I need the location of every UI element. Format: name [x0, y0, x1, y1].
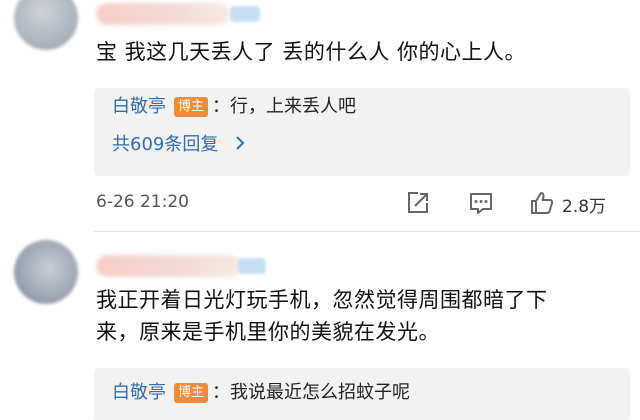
reply-line: 白敬亭 博主 ：我说最近怎么招蚊子呢	[112, 380, 410, 406]
timestamp: 6-26 21:20	[96, 192, 189, 212]
reply-username[interactable]: 白敬亭	[112, 382, 166, 403]
chevron-right-icon	[234, 134, 246, 155]
avatar[interactable]	[14, 240, 78, 304]
comment-text-line: 我正开着日光灯玩手机，忽然觉得周围都暗了下	[96, 288, 548, 312]
comment-item: 我正开着日光灯玩手机，忽然觉得周围都暗了下 来，原来是手机里你的美貌在发光。 白…	[0, 232, 640, 420]
verified-badge	[230, 6, 260, 22]
username-blurred[interactable]	[96, 3, 230, 25]
reply-preview[interactable]: 白敬亭 博主 ：我说最近怎么招蚊子呢	[94, 368, 630, 420]
verified-badge	[238, 258, 266, 274]
host-badge: 博主	[174, 383, 209, 403]
thumbs-up-icon[interactable]	[528, 189, 556, 217]
comment-icon[interactable]	[467, 189, 495, 217]
reply-text: ：行，上来丢人吧	[212, 96, 357, 117]
reply-count-label: 共609条回复	[112, 134, 219, 155]
reply-text: ：我说最近怎么招蚊子呢	[212, 382, 411, 403]
avatar[interactable]	[14, 0, 78, 50]
reply-preview[interactable]: 白敬亭 博主 ：行，上来丢人吧 共609条回复	[94, 88, 630, 176]
reply-username[interactable]: 白敬亭	[112, 96, 166, 117]
like-count: 2.8万	[562, 197, 607, 217]
share-icon[interactable]	[404, 189, 432, 217]
reply-count-link[interactable]: 共609条回复	[112, 132, 246, 158]
username-blurred[interactable]	[96, 255, 242, 277]
comment-text: 宝 我这几天丢人了 丢的什么人 你的心上人。	[96, 40, 527, 64]
reply-line: 白敬亭 博主 ：行，上来丢人吧	[112, 94, 356, 120]
comment-text: 我正开着日光灯玩手机，忽然觉得周围都暗了下 来，原来是手机里你的美貌在发光。	[96, 284, 626, 348]
comment-item: 宝 我这几天丢人了 丢的什么人 你的心上人。 白敬亭 博主 ：行，上来丢人吧 共60…	[0, 0, 640, 230]
comment-text-line: 来，原来是手机里你的美貌在发光。	[96, 320, 440, 344]
host-badge: 博主	[174, 97, 209, 117]
